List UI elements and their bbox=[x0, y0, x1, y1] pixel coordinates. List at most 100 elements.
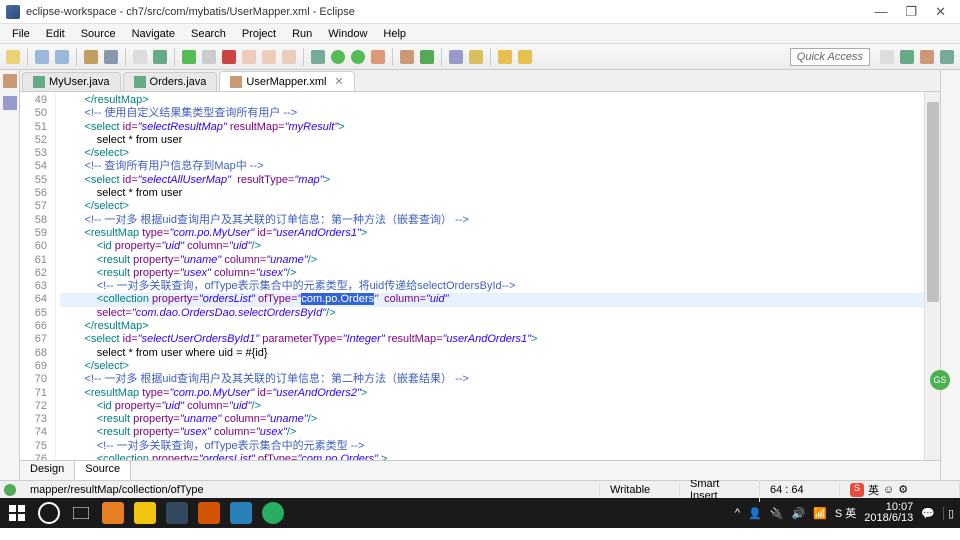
code-line[interactable]: <resultMap type="com.po.MyUser" id="user… bbox=[60, 387, 924, 400]
menu-run[interactable]: Run bbox=[284, 26, 320, 42]
taskview-button[interactable] bbox=[70, 502, 92, 524]
app-eclipse[interactable] bbox=[166, 502, 188, 524]
java-perspective[interactable] bbox=[918, 48, 936, 66]
step-over-button[interactable] bbox=[260, 48, 278, 66]
coverage-button[interactable] bbox=[369, 48, 387, 66]
code-line[interactable]: <result property="uname" column="uname"/… bbox=[60, 254, 924, 267]
navigator-icon[interactable] bbox=[3, 96, 17, 110]
menu-project[interactable]: Project bbox=[234, 26, 284, 42]
code-line[interactable]: <select id="selectAllUserMap" resultType… bbox=[60, 174, 924, 187]
save-all-button[interactable] bbox=[53, 48, 71, 66]
code-line[interactable]: <result property="uname" column="uname"/… bbox=[60, 413, 924, 426]
notification-icon[interactable]: 💬 bbox=[921, 507, 935, 520]
code-line[interactable]: <!-- 一对多 根据uid查询用户及其关联的订单信息：第一种方法（嵌套查询） … bbox=[60, 214, 924, 227]
open-type-button[interactable] bbox=[447, 48, 465, 66]
back-button[interactable] bbox=[496, 48, 514, 66]
code-line[interactable]: <!-- 查询所有用户信息存到Map中 --> bbox=[60, 160, 924, 173]
status-tool-icon[interactable]: ⚙ bbox=[898, 483, 908, 496]
java-ee-perspective[interactable] bbox=[898, 48, 916, 66]
tray-up-icon[interactable]: ^ bbox=[735, 507, 740, 519]
toggle-build-button[interactable] bbox=[82, 48, 100, 66]
new-package-button[interactable] bbox=[398, 48, 416, 66]
bottom-tab-design[interactable]: Design bbox=[20, 461, 75, 480]
code-line[interactable]: <select id="selectResultMap" resultMap="… bbox=[60, 121, 924, 134]
tray-people-icon[interactable]: 👤 bbox=[748, 507, 762, 520]
package-explorer-icon[interactable] bbox=[3, 74, 17, 88]
app-wechat[interactable] bbox=[262, 502, 284, 524]
tray-wifi-icon[interactable]: 📶 bbox=[813, 507, 827, 520]
toggle-breadcrumb-button[interactable] bbox=[131, 48, 149, 66]
assistant-badge[interactable]: GS bbox=[930, 370, 950, 390]
app-powerpoint[interactable] bbox=[198, 502, 220, 524]
menu-navigate[interactable]: Navigate bbox=[124, 26, 183, 42]
ime-badge[interactable]: S bbox=[850, 483, 864, 497]
show-desktop[interactable]: ▯ bbox=[943, 507, 954, 520]
scrollbar-thumb[interactable] bbox=[927, 102, 939, 302]
menu-edit[interactable]: Edit bbox=[38, 26, 73, 42]
cortana-button[interactable] bbox=[38, 502, 60, 524]
code-line[interactable]: </select> bbox=[60, 147, 924, 160]
code-line[interactable]: select * from user bbox=[60, 187, 924, 200]
code-line[interactable]: </resultMap> bbox=[60, 320, 924, 333]
new-server-button[interactable] bbox=[102, 48, 120, 66]
new-button[interactable] bbox=[4, 48, 22, 66]
code-line[interactable]: <id property="uid" column="uid"/> bbox=[60, 400, 924, 413]
tray-ime[interactable]: S 英 bbox=[835, 505, 856, 521]
vertical-scrollbar[interactable] bbox=[924, 92, 940, 460]
debug-button[interactable] bbox=[309, 48, 327, 66]
code-line[interactable]: <collection property="ordersList" ofType… bbox=[60, 293, 924, 306]
code-line[interactable]: </select> bbox=[60, 360, 924, 373]
close-button[interactable]: ✕ bbox=[935, 4, 946, 20]
step-into-button[interactable] bbox=[240, 48, 258, 66]
code-line[interactable]: <!-- 一对多关联查询，ofType表示集合中的元素类型，将uid传递给sel… bbox=[60, 280, 924, 293]
minimize-button[interactable]: — bbox=[874, 4, 887, 20]
open-perspective-button[interactable] bbox=[878, 48, 896, 66]
code-line[interactable]: <id property="uid" column="uid"/> bbox=[60, 240, 924, 253]
menu-help[interactable]: Help bbox=[375, 26, 414, 42]
code-line[interactable]: <!-- 一对多关联查询，ofType表示集合中的元素类型 --> bbox=[60, 440, 924, 453]
menu-source[interactable]: Source bbox=[73, 26, 124, 42]
close-tab-icon[interactable]: ✕ bbox=[334, 75, 343, 88]
search-button[interactable] bbox=[467, 48, 485, 66]
status-emoji-icon[interactable]: ☺ bbox=[883, 484, 894, 496]
tray-volume-icon[interactable]: 🔊 bbox=[791, 507, 805, 520]
menu-window[interactable]: Window bbox=[320, 26, 375, 42]
run-button[interactable] bbox=[329, 48, 347, 66]
debug-perspective[interactable] bbox=[938, 48, 956, 66]
suspend-button[interactable] bbox=[200, 48, 218, 66]
code-line[interactable]: <select id="selectUserOrdersById1" param… bbox=[60, 333, 924, 346]
code-line[interactable]: </resultMap> bbox=[60, 94, 924, 107]
code-line[interactable]: </select> bbox=[60, 200, 924, 213]
new-class-button[interactable] bbox=[418, 48, 436, 66]
start-button[interactable] bbox=[6, 502, 28, 524]
code-line[interactable]: select="com.dao.OrdersDao.selectOrdersBy… bbox=[60, 307, 924, 320]
clock[interactable]: 10:07 2018/6/13 bbox=[864, 502, 913, 524]
maximize-button[interactable]: ❐ bbox=[905, 4, 917, 20]
toggle-mark-button[interactable] bbox=[151, 48, 169, 66]
tab-usermapper-xml[interactable]: UserMapper.xml✕ bbox=[219, 71, 354, 91]
bottom-tab-source[interactable]: Source bbox=[75, 461, 131, 480]
code-line[interactable]: <!-- 一对多 根据uid查询用户及其关联的订单信息：第二种方法（嵌套结果） … bbox=[60, 373, 924, 386]
run-last-button[interactable] bbox=[349, 48, 367, 66]
code-line[interactable]: <result property="usex" column="usex"/> bbox=[60, 426, 924, 439]
tab-orders-java[interactable]: Orders.java bbox=[123, 72, 218, 91]
save-button[interactable] bbox=[33, 48, 51, 66]
tray-power-icon[interactable]: 🔌 bbox=[770, 507, 784, 520]
app-firefox[interactable] bbox=[102, 502, 124, 524]
menu-file[interactable]: File bbox=[4, 26, 38, 42]
forward-button[interactable] bbox=[516, 48, 534, 66]
menu-search[interactable]: Search bbox=[183, 26, 234, 42]
app-explorer[interactable] bbox=[134, 502, 156, 524]
code-line[interactable]: <!-- 使用自定义结果集类型查询所有用户 --> bbox=[60, 107, 924, 120]
resume-button[interactable] bbox=[180, 48, 198, 66]
code-line[interactable]: <resultMap type="com.po.MyUser" id="user… bbox=[60, 227, 924, 240]
code-line[interactable]: <result property="usex" column="usex"/> bbox=[60, 267, 924, 280]
app-other[interactable] bbox=[230, 502, 252, 524]
step-return-button[interactable] bbox=[280, 48, 298, 66]
quick-access[interactable]: Quick Access bbox=[790, 48, 870, 66]
code-line[interactable]: <collection property="ordersList" ofType… bbox=[60, 453, 924, 460]
terminate-button[interactable] bbox=[220, 48, 238, 66]
code-content[interactable]: </resultMap> <!-- 使用自定义结果集类型查询所有用户 --> <… bbox=[56, 92, 924, 460]
tab-myuser-java[interactable]: MyUser.java bbox=[22, 72, 121, 91]
code-line[interactable]: select * from user bbox=[60, 134, 924, 147]
